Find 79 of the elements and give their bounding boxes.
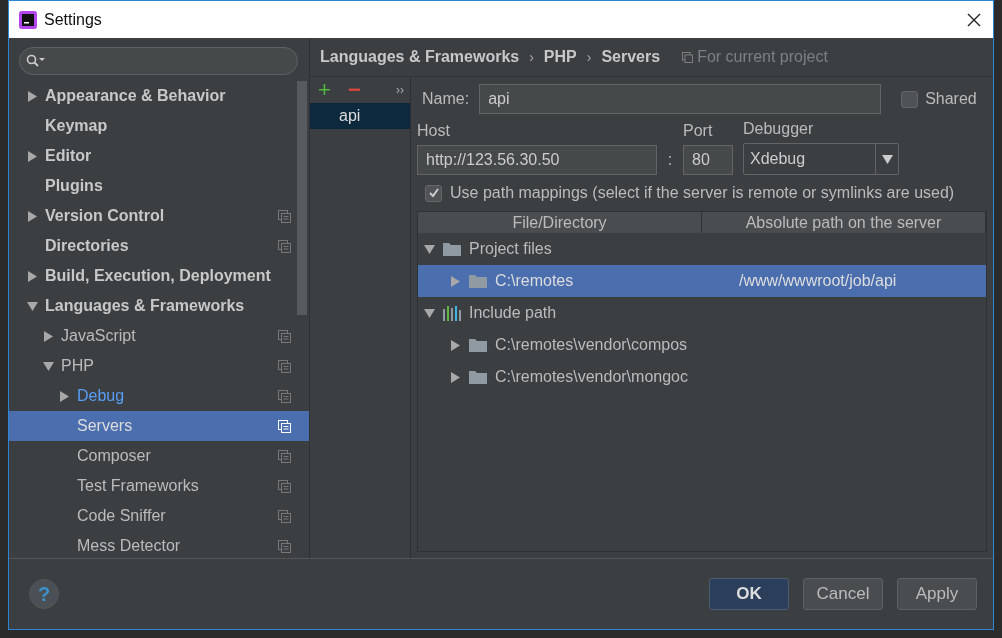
expanded-arrow-icon[interactable] [424,307,435,319]
file-path: C:\remotes\vendor\compos [495,336,688,354]
breadcrumb-item: PHP [543,48,577,66]
file-path: C:\remotes\vendor\mongoc [495,368,688,386]
settings-tree-item[interactable]: Test Frameworks [9,471,309,501]
scope-label: For current project [697,48,828,66]
port-label: Port [683,122,714,140]
breadcrumb-item: Servers [601,48,661,66]
folder-icon [469,338,487,352]
settings-tree-item[interactable]: Directories [9,231,309,261]
mapping-row[interactable]: C:\remotes\vendor\compos [418,329,986,361]
collapsed-arrow-icon[interactable] [27,270,38,282]
dialog-button[interactable]: Cancel [803,578,883,610]
column-header[interactable]: Absolute path on the server [702,212,986,233]
folder-icon [443,242,461,256]
collapsed-arrow-icon[interactable] [59,390,70,402]
search-icon [26,54,46,68]
use-path-mappings-checkbox[interactable] [425,184,442,202]
settings-tree-item[interactable]: Editor [9,141,309,171]
collapsed-arrow-icon[interactable] [27,90,38,102]
app-logo-icon [19,10,37,29]
breadcrumb-item: Languages & Frameworks [320,48,520,66]
shared-label: Shared [925,90,977,108]
settings-tree-item[interactable]: Code Sniffer [9,501,309,531]
scrollbar-thumb[interactable] [297,81,307,315]
settings-tree-item[interactable]: Debug [9,381,309,411]
settings-tree-item[interactable]: Languages & Frameworks [9,291,309,321]
folder-icon [469,274,487,288]
file-path: Project files [469,240,552,258]
port-field[interactable]: 80 [683,145,733,175]
collapsed-arrow-icon[interactable] [450,371,461,383]
shared-checkbox[interactable] [901,90,919,108]
name-label: Name: [422,90,470,108]
settings-tree-item[interactable]: Build, Execution, Deployment [9,261,309,291]
file-path: C:\remotes [495,272,574,290]
debugger-dropdown[interactable]: Xdebug [743,143,899,175]
close-icon[interactable] [967,12,981,27]
mapping-row[interactable]: C:\remotes /www/wwwroot/job/api [418,265,986,297]
more-icon[interactable]: ›› [396,83,404,97]
collapsed-arrow-icon[interactable] [43,330,54,342]
collapsed-arrow-icon[interactable] [27,150,38,162]
use-path-mappings-label: Use path mappings (select if the server is remote or symlinks are used) [450,184,955,202]
folder-icon [469,370,487,384]
dialog-button[interactable]: Apply [897,578,977,610]
mapping-row[interactable]: C:\remotes\vendor\mongoc [418,361,986,393]
host-label: Host [417,122,451,140]
window-title: Settings [44,10,103,29]
server-path: /www/wwwroot/job/api [739,272,897,289]
breadcrumb-separator: › [586,49,592,65]
project-icon [682,51,694,63]
search-field[interactable] [19,47,298,75]
server-list-item[interactable]: api [310,103,410,129]
dialog-button[interactable]: OK [709,578,789,610]
library-icon [443,305,461,321]
settings-tree-item[interactable]: Keymap [9,111,309,141]
file-path: Include path [469,304,557,322]
breadcrumb-separator: › [529,49,534,65]
debugger-label: Debugger [743,120,815,138]
column-header[interactable]: File/Directory [418,212,702,233]
settings-tree-item[interactable]: Servers [9,411,309,441]
mapping-row[interactable]: Project files [418,233,986,265]
collapsed-arrow-icon[interactable] [27,210,38,222]
settings-tree-item[interactable]: Composer [9,441,309,471]
dropdown-arrow-icon [881,154,893,164]
expanded-arrow-icon[interactable] [43,360,54,372]
name-field[interactable]: api [479,84,882,114]
settings-tree-item[interactable]: Mess Detector [9,531,309,558]
mapping-row[interactable]: Include path [418,297,986,329]
port-separator: : [666,150,674,170]
add-icon[interactable]: + [318,77,348,103]
settings-tree-item[interactable]: Appearance & Behavior [9,81,309,111]
collapsed-arrow-icon[interactable] [450,339,461,351]
settings-tree-item[interactable]: Plugins [9,171,309,201]
settings-tree-item[interactable]: Version Control [9,201,309,231]
settings-tree-item[interactable]: JavaScript [9,321,309,351]
expanded-arrow-icon[interactable] [424,243,435,255]
expanded-arrow-icon[interactable] [27,300,38,312]
host-field[interactable]: http://123.56.30.50 [417,145,657,175]
settings-tree-item[interactable]: PHP [9,351,309,381]
